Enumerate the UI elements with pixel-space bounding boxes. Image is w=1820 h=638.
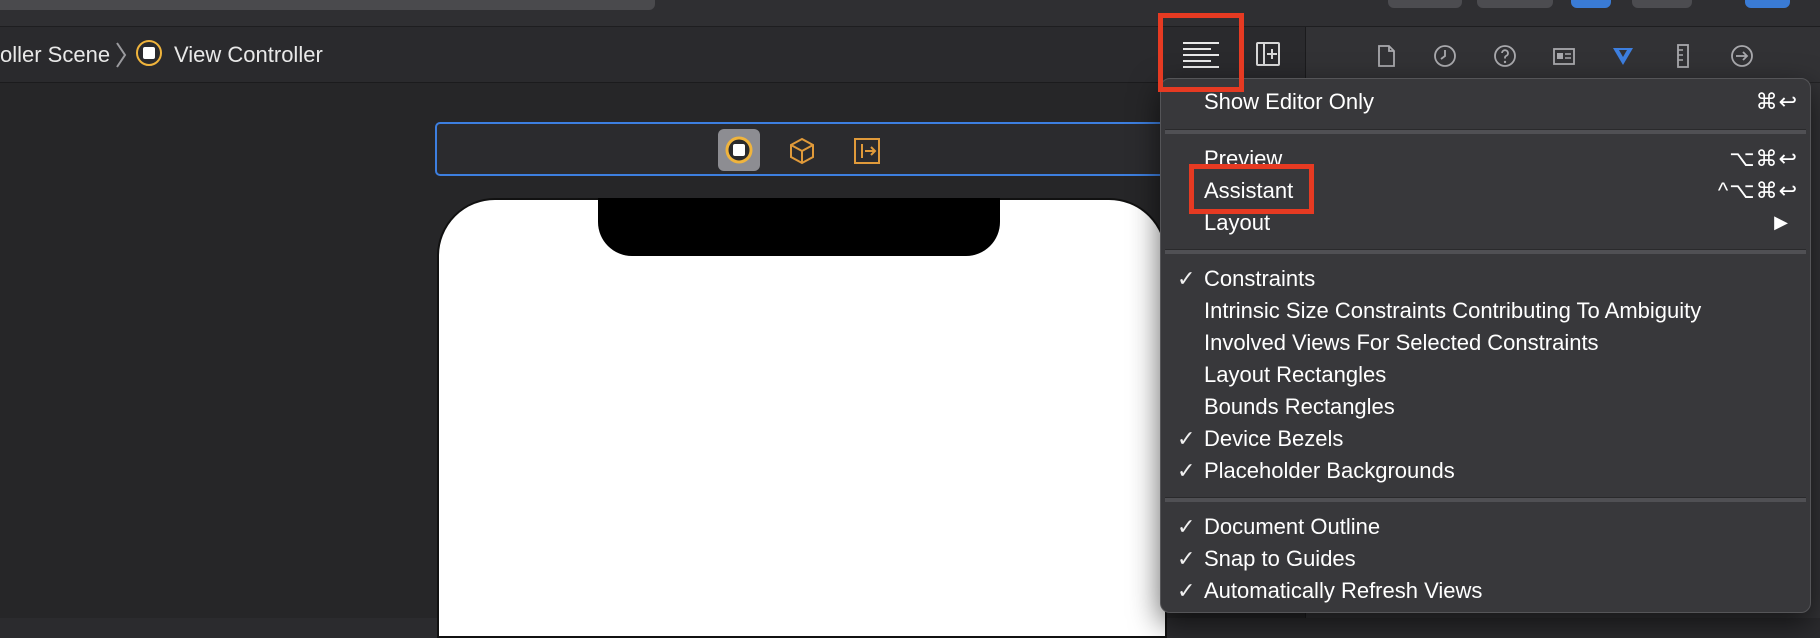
menu-separator <box>1165 497 1806 502</box>
menu-item-label: Automatically Refresh Views <box>1204 578 1483 603</box>
view-controller-icon <box>136 40 162 66</box>
debug-area-toggle[interactable] <box>1632 0 1692 8</box>
keyboard-shortcut: ⌘↩ <box>1755 89 1798 114</box>
menu-item-show-editor-only[interactable]: Show Editor Only ⌘↩ <box>1161 89 1810 119</box>
menu-item-label: Involved Views For Selected Constraints <box>1204 330 1599 355</box>
menu-item-label: Layout Rectangles <box>1204 362 1387 387</box>
menu-item-constraints[interactable]: ✓ Constraints <box>1161 266 1810 296</box>
menu-item-involved-views[interactable]: Involved Views For Selected Constraints <box>1161 330 1810 360</box>
checkmark-icon: ✓ <box>1177 578 1196 603</box>
checkmark-icon: ✓ <box>1177 426 1196 451</box>
first-responder-icon[interactable] <box>787 136 817 166</box>
checkmark-icon: ✓ <box>1177 546 1196 571</box>
menu-item-placeholder-backgrounds[interactable]: ✓ Placeholder Backgrounds <box>1161 458 1810 488</box>
menu-item-layout[interactable]: Layout ▶ <box>1161 210 1810 240</box>
add-editor-icon[interactable] <box>1256 42 1280 66</box>
highlight-assistant <box>1189 164 1314 214</box>
menu-item-label: Intrinsic Size Constraints Contributing … <box>1204 298 1702 323</box>
menu-item-document-outline[interactable]: ✓ Document Outline <box>1161 514 1810 544</box>
attributes-icon[interactable] <box>1610 43 1636 69</box>
exit-icon[interactable] <box>852 136 882 166</box>
checkmark-icon: ✓ <box>1177 514 1196 539</box>
activity-field[interactable] <box>0 0 655 10</box>
chevron-right-icon <box>116 42 127 68</box>
submenu-arrow-icon: ▶ <box>1774 212 1788 232</box>
size-icon[interactable] <box>1670 43 1696 69</box>
inspector-tabs <box>1306 27 1820 83</box>
keyboard-shortcut: ⌥⌘↩ <box>1729 146 1798 171</box>
breadcrumb-view-controller[interactable]: View Controller <box>174 27 323 82</box>
jump-bar: oller Scene View Controller <box>0 27 1305 83</box>
editor-options-menu: Show Editor Only ⌘↩ Preview ⌥⌘↩ Assistan… <box>1160 78 1811 613</box>
keyboard-shortcut: ^⌥⌘↩ <box>1717 178 1798 203</box>
breadcrumb-scene[interactable]: oller Scene <box>0 27 110 82</box>
menu-item-intrinsic-size-constraints[interactable]: Intrinsic Size Constraints Contributing … <box>1161 298 1810 328</box>
highlight-editor-options <box>1158 13 1244 92</box>
menu-item-layout-rectangles[interactable]: Layout Rectangles <box>1161 362 1810 392</box>
checkmark-icon: ✓ <box>1177 266 1196 291</box>
menu-item-label: Document Outline <box>1204 514 1381 539</box>
menu-item-label: Placeholder Backgrounds <box>1204 458 1455 483</box>
device-notch <box>598 198 1000 256</box>
history-icon[interactable] <box>1432 43 1458 69</box>
navigator-toggle[interactable] <box>1571 0 1611 8</box>
checkmark-icon: ✓ <box>1177 458 1196 483</box>
view-controller-dock-icon[interactable] <box>718 129 760 171</box>
menu-item-label: Constraints <box>1204 266 1316 291</box>
toolbar-button[interactable] <box>1477 0 1553 8</box>
connections-icon[interactable] <box>1729 43 1755 69</box>
iphone-device-frame[interactable] <box>437 198 1167 638</box>
menu-item-refresh-views[interactable]: ✓ Automatically Refresh Views <box>1161 578 1810 608</box>
toolbar-button[interactable] <box>1388 0 1462 8</box>
menu-item-label: Snap to Guides <box>1204 546 1356 571</box>
menu-item-label: Bounds Rectangles <box>1204 394 1395 419</box>
file-icon[interactable] <box>1373 43 1399 69</box>
window-toolbar <box>0 0 1820 27</box>
menu-item-bounds-rectangles[interactable]: Bounds Rectangles <box>1161 394 1810 424</box>
menu-separator <box>1165 129 1806 134</box>
menu-item-label: Show Editor Only <box>1204 89 1374 114</box>
menu-item-label: Device Bezels <box>1204 426 1344 451</box>
menu-separator <box>1165 249 1806 254</box>
scene-dock <box>435 122 1165 176</box>
menu-item-device-bezels[interactable]: ✓ Device Bezels <box>1161 426 1810 456</box>
menu-item-snap-to-guides[interactable]: ✓ Snap to Guides <box>1161 546 1810 576</box>
inspector-toggle[interactable] <box>1745 0 1790 8</box>
help-icon[interactable] <box>1492 43 1518 69</box>
identity-icon[interactable] <box>1551 43 1577 69</box>
